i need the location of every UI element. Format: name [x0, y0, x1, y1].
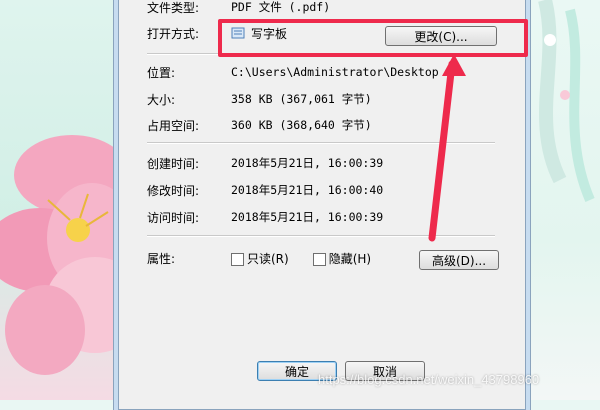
red-arrow-icon	[428, 54, 466, 242]
watermark: https://blog.csdn.net/weixin_43798960	[318, 372, 540, 387]
